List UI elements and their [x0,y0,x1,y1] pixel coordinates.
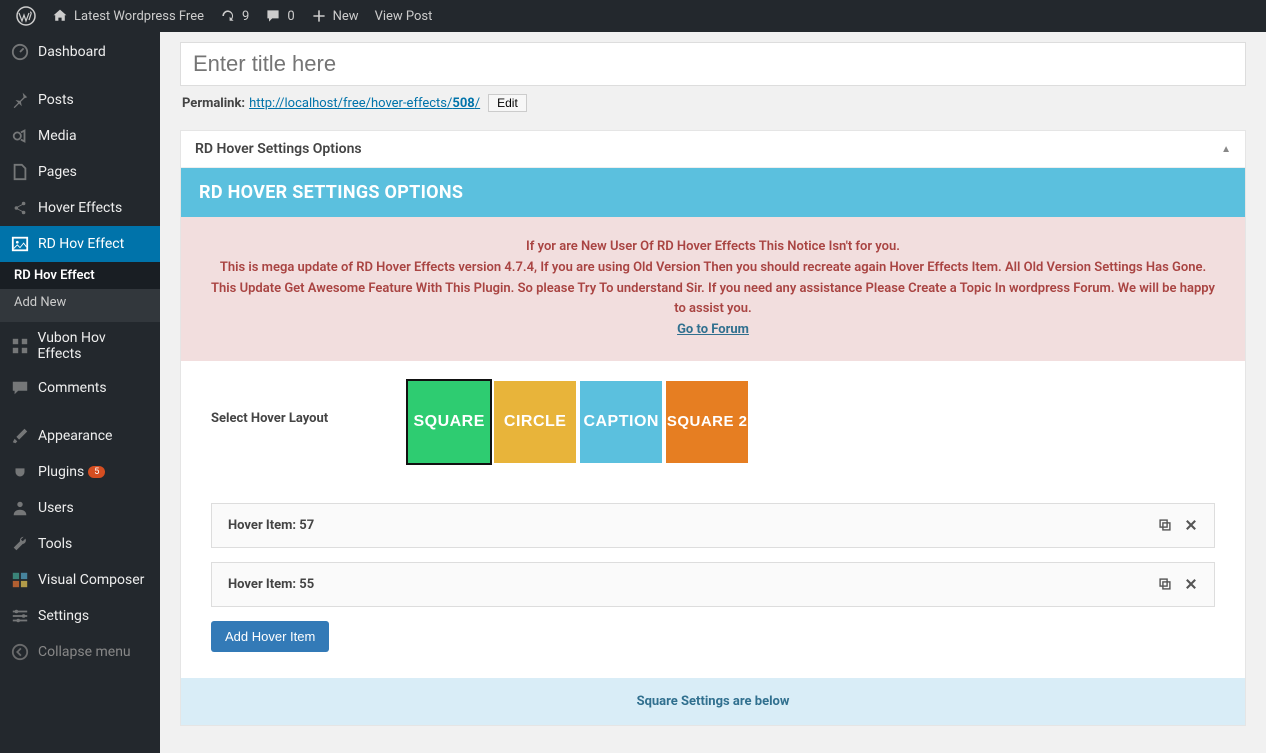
new-label: New [333,9,359,24]
comment-icon [10,378,30,398]
sidebar-item-users[interactable]: Users [0,490,160,526]
sidebar-item-label: Users [38,500,74,516]
sidebar-item-label: Plugins [38,464,84,480]
updates-link[interactable]: 9 [212,0,257,32]
collapse-icon [10,642,30,662]
sidebar-item-label: Tools [38,536,72,552]
sliders-icon [10,606,30,626]
select-layout-label: Select Hover Layout [211,381,328,463]
sidebar-item-label: Vubon Hov Effects [37,330,150,362]
permalink-link[interactable]: http://localhost/free/hover-effects/508/ [249,96,480,111]
sidebar-item-collapse[interactable]: Collapse menu [0,634,160,670]
hover-items-section: Hover Item: 57 Hover Item: 55 Add Hover … [181,483,1245,672]
site-name: Latest Wordpress Free [74,9,204,24]
metabox-title: RD Hover Settings Options [195,141,362,157]
update-icon [220,8,236,24]
pin-icon [10,90,30,110]
update-notice: If yor are New User Of RD Hover Effects … [181,217,1245,361]
close-icon[interactable] [1184,577,1198,591]
permalink-label: Permalink: [182,96,245,111]
sidebar-item-dashboard[interactable]: Dashboard [0,32,160,70]
sidebar-item-tools[interactable]: Tools [0,526,160,562]
triangle-up-icon: ▲ [1221,144,1231,155]
copy-icon[interactable] [1158,577,1172,591]
sidebar-item-pages[interactable]: Pages [0,154,160,190]
metabox-header[interactable]: RD Hover Settings Options ▲ [181,131,1245,168]
sidebar-item-settings[interactable]: Settings [0,598,160,634]
sidebar-item-label: Pages [38,164,77,180]
sidebar-item-label: Posts [38,92,74,108]
user-icon [10,498,30,518]
brush-icon [10,426,30,446]
plugins-update-badge: 5 [88,466,105,478]
sidebar-subitem-rd-hov-effect[interactable]: RD Hov Effect [0,262,160,289]
comment-icon [265,8,281,24]
hover-item-row[interactable]: Hover Item: 57 [211,503,1215,548]
hover-item-label: Hover Item: 57 [228,518,314,533]
sidebar-item-label: Settings [38,608,89,624]
media-icon [10,126,30,146]
close-icon[interactable] [1184,518,1198,532]
sidebar-item-label: Hover Effects [38,200,122,216]
update-count: 9 [242,9,249,24]
sidebar-item-appearance[interactable]: Appearance [0,418,160,454]
admin-sidebar: Dashboard Posts Media Pages Hover Effect… [0,32,160,753]
page-icon [10,162,30,182]
sidebar-item-label: Media [38,128,77,144]
vc-icon [10,570,30,590]
hover-item-label: Hover Item: 55 [228,577,314,592]
home-icon [52,8,68,24]
sidebar-item-visual-composer[interactable]: Visual Composer [0,562,160,598]
view-post-label: View Post [375,9,433,24]
notice-line: If yor are New User Of RD Hover Effects … [211,237,1215,258]
sidebar-item-vubon[interactable]: Vubon Hov Effects [0,322,160,370]
wordpress-icon [16,6,36,26]
sidebar-item-label: Appearance [38,428,112,444]
wp-logo[interactable] [8,0,44,32]
sidebar-item-plugins[interactable]: Plugins 5 [0,454,160,490]
copy-icon[interactable] [1158,518,1172,532]
layout-option-caption[interactable]: CAPTION [580,381,662,463]
permalink-row: Permalink: http://localhost/free/hover-e… [180,86,1246,120]
layout-section: Select Hover Layout SQUARE CIRCLE CAPTIO… [181,361,1245,483]
view-post-link[interactable]: View Post [367,0,441,32]
site-name-link[interactable]: Latest Wordpress Free [44,0,212,32]
hover-item-row[interactable]: Hover Item: 55 [211,562,1215,607]
plus-icon [311,8,327,24]
admin-bar: Latest Wordpress Free 9 0 New View Post [0,0,1266,32]
sidebar-item-label: RD Hov Effect [38,236,124,252]
sidebar-item-label: Collapse menu [38,644,131,660]
sidebar-item-rd-hov-effect[interactable]: RD Hov Effect [0,226,160,262]
sidebar-item-posts[interactable]: Posts [0,82,160,118]
go-to-forum-link[interactable]: Go to Forum [677,322,749,337]
layout-option-circle[interactable]: CIRCLE [494,381,576,463]
sidebar-item-hover-effects[interactable]: Hover Effects [0,190,160,226]
post-title-input[interactable] [180,42,1246,86]
main-content: Permalink: http://localhost/free/hover-e… [160,32,1266,726]
layout-option-square2[interactable]: SQUARE 2 [666,381,748,463]
edit-permalink-button[interactable]: Edit [488,94,527,112]
sidebar-item-label: Visual Composer [38,572,144,588]
rd-hover-metabox: RD Hover Settings Options ▲ RD HOVER SET… [180,130,1246,726]
settings-banner: RD HOVER SETTINGS OPTIONS [181,168,1245,217]
sidebar-subitem-add-new[interactable]: Add New [0,289,160,316]
add-hover-item-button[interactable]: Add Hover Item [211,621,329,652]
notice-line: This is mega update of RD Hover Effects … [211,258,1215,320]
square-settings-banner: Square Settings are below [181,678,1245,725]
layout-option-square[interactable]: SQUARE [408,381,490,463]
sidebar-item-comments[interactable]: Comments [0,370,160,406]
image-icon [10,234,30,254]
sidebar-item-media[interactable]: Media [0,118,160,154]
comment-count: 0 [287,9,294,24]
new-content-link[interactable]: New [303,0,367,32]
dashboard-icon [10,42,30,62]
wrench-icon [10,534,30,554]
sidebar-item-label: Dashboard [38,44,106,60]
plug-icon [10,462,30,482]
sidebar-item-label: Comments [38,380,107,396]
layout-choices: SQUARE CIRCLE CAPTION SQUARE 2 [408,381,748,463]
comments-link[interactable]: 0 [257,0,302,32]
grid-icon [10,336,29,356]
share-icon [10,198,30,218]
